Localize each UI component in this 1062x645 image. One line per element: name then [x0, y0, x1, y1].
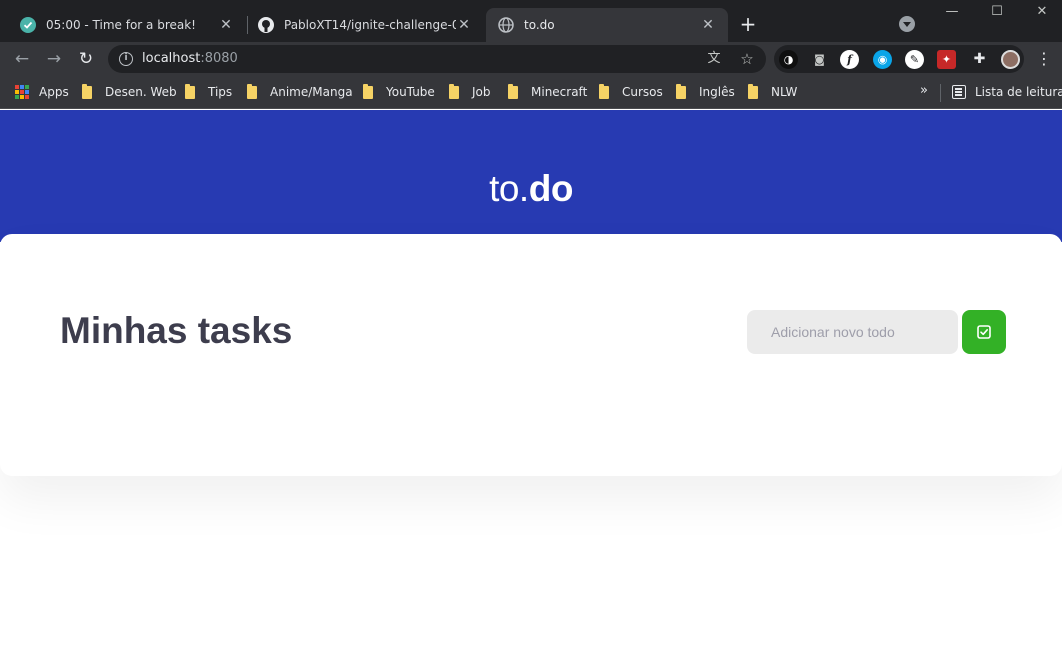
- tab-todo[interactable]: to.do ✕: [486, 8, 728, 42]
- close-tab-icon[interactable]: ✕: [456, 17, 472, 33]
- folder-icon: [599, 83, 609, 99]
- browser-toolbar: ← → ↻ i localhost:8080 文 ☆ ◑ ◙ f ◉ ✎ ✦ ✚…: [0, 42, 1062, 76]
- url-host: localhost: [142, 51, 201, 66]
- back-button[interactable]: ←: [12, 49, 32, 69]
- new-tab-button[interactable]: +: [738, 14, 758, 34]
- folder-icon: [449, 83, 459, 99]
- bookmark-folder[interactable]: Anime/Manga: [247, 83, 353, 101]
- bookmark-label: YouTube: [386, 85, 435, 99]
- bookmark-folder[interactable]: YouTube: [363, 83, 435, 101]
- profile-avatar[interactable]: [1001, 50, 1020, 69]
- more-bookmarks-button[interactable]: »: [920, 83, 928, 98]
- app-logo: to.do: [0, 168, 1062, 210]
- bookmark-apps[interactable]: Apps: [15, 83, 69, 101]
- tab-title: to.do: [524, 18, 555, 32]
- extensions-puzzle-icon[interactable]: ✚: [970, 50, 989, 69]
- reading-list-button[interactable]: Lista de leitura: [952, 83, 1062, 101]
- bookmark-folder[interactable]: Desen. Web: [82, 83, 177, 101]
- folder-icon: [363, 83, 373, 99]
- add-todo-button[interactable]: [962, 310, 1006, 354]
- reload-button[interactable]: ↻: [76, 49, 96, 69]
- minimize-icon[interactable]: —: [942, 4, 962, 22]
- translate-icon[interactable]: 文: [706, 51, 722, 67]
- forward-button[interactable]: →: [44, 49, 64, 69]
- browser-tab-strip: 05:00 - Time for a break! ✕ PabloXT14/ig…: [0, 0, 1062, 42]
- bookmark-label: Inglês: [699, 85, 735, 99]
- task-list-card: Minhas tasks: [0, 234, 1062, 476]
- close-window-icon[interactable]: ✕: [1032, 4, 1052, 22]
- tab-search-icon[interactable]: [899, 16, 915, 32]
- logo-do: do: [528, 168, 574, 209]
- url-port: :8080: [200, 51, 238, 66]
- bookmark-label: Job: [472, 85, 491, 99]
- url-text: localhost:8080: [142, 51, 238, 66]
- font-finder-icon[interactable]: f: [840, 50, 859, 69]
- close-tab-icon[interactable]: ✕: [700, 17, 716, 33]
- bookmark-label: NLW: [771, 85, 798, 99]
- tab-github[interactable]: PabloXT14/ignite-challenge-01-t ✕: [248, 8, 484, 42]
- dark-mode-icon[interactable]: ◑: [779, 50, 798, 69]
- site-info-icon[interactable]: i: [119, 52, 133, 66]
- bookmarks-bar: Apps Desen. Web Tips Anime/Manga YouTube…: [0, 76, 1062, 109]
- browser-menu-icon[interactable]: ⋮: [1036, 49, 1052, 69]
- new-todo-input[interactable]: [747, 310, 958, 354]
- bookmarks-separator: [940, 84, 941, 102]
- folder-icon: [676, 83, 686, 99]
- close-tab-icon[interactable]: ✕: [218, 17, 234, 33]
- check-square-icon: [977, 325, 991, 339]
- folder-icon: [82, 83, 92, 99]
- folder-icon: [247, 83, 257, 99]
- reading-list-label: Lista de leitura: [975, 85, 1062, 99]
- bookmark-label: Minecraft: [531, 85, 588, 99]
- app-header: to.do: [0, 110, 1062, 242]
- bookmark-label: Tips: [208, 85, 233, 99]
- globe-icon: [498, 17, 514, 33]
- bookmark-label: Cursos: [622, 85, 663, 99]
- apps-grid-icon: [15, 85, 29, 99]
- bookmark-folder[interactable]: Minecraft: [508, 83, 587, 101]
- page-viewport: to.do Minhas tasks: [0, 110, 1062, 645]
- folder-icon: [748, 83, 758, 99]
- bookmark-label: Anime/Manga: [270, 85, 353, 99]
- logo-to: to.: [489, 168, 529, 209]
- bookmark-label: Desen. Web: [105, 85, 177, 99]
- bookmark-folder[interactable]: Inglês: [676, 83, 735, 101]
- camera-icon[interactable]: ◙: [810, 50, 829, 69]
- eye-icon[interactable]: ◉: [873, 50, 892, 69]
- bookmark-folder[interactable]: Cursos: [599, 83, 663, 101]
- address-bar[interactable]: i localhost:8080 文 ☆: [108, 45, 766, 73]
- color-picker-icon[interactable]: ✎: [905, 50, 924, 69]
- tab-title: PabloXT14/ignite-challenge-01-t: [284, 18, 456, 32]
- tab-pomodoro[interactable]: 05:00 - Time for a break! ✕: [0, 8, 246, 42]
- bookmark-folder[interactable]: NLW: [748, 83, 797, 101]
- bookmark-folder[interactable]: Tips: [185, 83, 232, 101]
- maximize-icon[interactable]: ☐: [987, 4, 1007, 22]
- bookmark-star-icon[interactable]: ☆: [739, 51, 755, 67]
- tab-title: 05:00 - Time for a break!: [46, 18, 196, 32]
- github-icon: [258, 17, 274, 33]
- folder-icon: [508, 83, 518, 99]
- timer-check-icon: [20, 17, 36, 33]
- puzzle-game-icon[interactable]: ✦: [937, 50, 956, 69]
- reading-list-icon: [952, 85, 966, 99]
- page-title: Minhas tasks: [60, 310, 293, 351]
- extensions-area: ◑ ◙ f ◉ ✎ ✦ ✚: [774, 45, 1024, 73]
- bookmark-folder[interactable]: Job: [449, 83, 491, 101]
- folder-icon: [185, 83, 195, 99]
- bookmark-label: Apps: [39, 85, 69, 99]
